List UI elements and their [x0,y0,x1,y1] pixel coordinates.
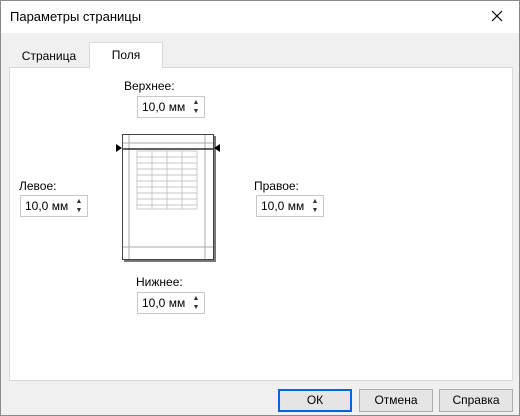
help-button[interactable]: Справка [439,389,513,412]
spin-arrows-icon[interactable]: ▲ ▼ [190,294,202,312]
top-margin-spinner[interactable]: 10,0 мм ▲ ▼ [137,96,205,118]
close-icon [491,10,503,25]
spin-arrows-icon[interactable]: ▲ ▼ [190,98,202,116]
bottom-margin-label: Нижнее: [136,275,183,289]
left-margin-spinner[interactable]: 10,0 мм ▲ ▼ [20,195,88,217]
margin-marker-icon [116,144,122,152]
top-margin-label: Верхнее: [124,79,175,93]
tab-page[interactable]: Страница [10,45,88,68]
cancel-button[interactable]: Отмена [359,389,433,412]
margin-marker-icon [214,144,220,152]
right-margin-label: Правое: [254,179,299,193]
window-title: Параметры страницы [10,9,142,24]
spin-arrows-icon[interactable]: ▲ ▼ [73,197,85,215]
left-margin-label: Левое: [19,179,57,193]
close-button[interactable] [475,1,519,33]
ok-button[interactable]: ОК [278,389,352,412]
page-setup-dialog: Параметры страницы Страница Поля Верхнее… [0,0,520,416]
right-margin-value: 10,0 мм [261,199,305,213]
margins-panel: Верхнее: 10,0 мм ▲ ▼ Левое: 10,0 мм ▲ ▼ Пр… [9,67,513,381]
page-preview-icon [122,134,214,260]
tab-margins[interactable]: Поля [89,42,163,69]
right-margin-spinner[interactable]: 10,0 мм ▲ ▼ [256,195,324,217]
title-bar: Параметры страницы [1,1,519,33]
bottom-margin-spinner[interactable]: 10,0 мм ▲ ▼ [137,292,205,314]
top-margin-value: 10,0 мм [142,100,186,114]
bottom-margin-value: 10,0 мм [142,296,186,310]
left-margin-value: 10,0 мм [25,199,69,213]
spin-arrows-icon[interactable]: ▲ ▼ [309,197,321,215]
